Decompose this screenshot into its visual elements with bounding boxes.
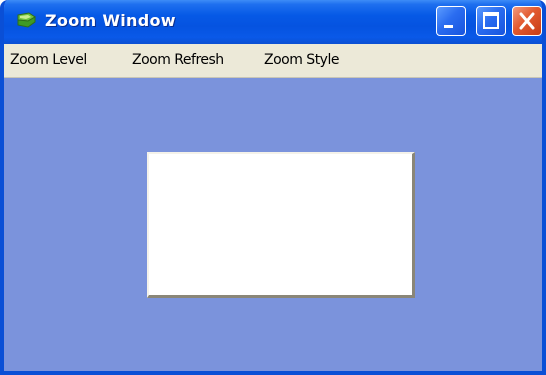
app-icon [16, 12, 37, 29]
menu-zoom-style[interactable]: Zoom Style [264, 52, 339, 68]
menu-bar: Zoom Level Zoom Refresh Zoom Style [4, 44, 542, 78]
zoom-view-panel[interactable] [147, 152, 415, 298]
close-button[interactable] [512, 6, 542, 36]
menu-zoom-refresh[interactable]: Zoom Refresh [132, 52, 224, 68]
title-bar[interactable]: Zoom Window [4, 0, 542, 44]
zoom-window: Zoom Window Zoom Level Zoom Refresh Zoom… [0, 0, 546, 375]
menu-zoom-level[interactable]: Zoom Level [10, 52, 87, 68]
minimize-button[interactable] [436, 6, 466, 36]
window-title: Zoom Window [45, 11, 176, 30]
maximize-button[interactable] [476, 6, 506, 36]
client-area [4, 78, 542, 371]
